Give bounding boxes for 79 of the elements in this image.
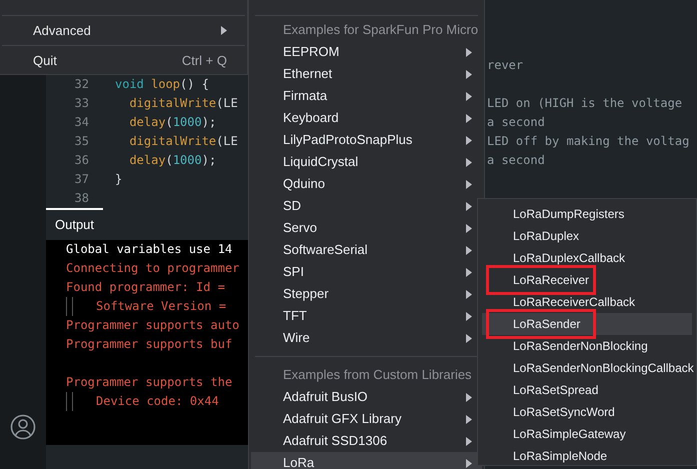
code-line: digitalWrite(LE — [128, 95, 239, 112]
code-comment: rever — [487, 57, 524, 74]
code-line: delay(1000); — [128, 114, 218, 131]
menu-item[interactable]: LiquidCrystal — [251, 151, 482, 173]
menu-item[interactable]: LoRaSimpleGateway — [482, 423, 692, 445]
submenu-arrow-icon — [466, 246, 472, 254]
submenu-arrow-icon — [466, 136, 472, 144]
code-comment: LED off by making the voltag — [487, 133, 690, 150]
menu-item[interactable]: LilyPadProtoSnapPlus — [251, 129, 482, 151]
submenu-arrow-icon — [466, 312, 472, 320]
menu-item[interactable]: LoRaDumpRegisters — [482, 203, 692, 225]
submenu-arrow-icon — [466, 202, 472, 210]
submenu-arrow-icon — [466, 414, 472, 424]
line-number: 32 — [74, 76, 89, 93]
menu-item[interactable]: Adafruit SSD1306 — [251, 430, 482, 452]
code-comment: a second — [487, 114, 545, 131]
submenu-arrow-icon — [466, 158, 472, 166]
submenu-arrow-icon — [466, 334, 472, 342]
line-number: 36 — [74, 152, 89, 169]
console-line: Connecting to programmer — [66, 260, 240, 277]
submenu-arrow-icon — [466, 114, 472, 122]
menu-item[interactable]: Ethernet — [251, 63, 482, 85]
menu-item[interactable]: Stepper — [251, 283, 482, 305]
menu-item[interactable]: LoRaDuplex — [482, 225, 692, 247]
menu-item[interactable]: LoRaSenderNonBlocking — [482, 335, 692, 357]
menu-item[interactable]: LoRaSetSpread — [482, 379, 692, 401]
submenu-arrow-icon — [466, 224, 472, 232]
submenu-arrow-icon — [466, 268, 472, 276]
line-number: 38 — [74, 190, 89, 207]
menu-item[interactable]: EEPROM — [251, 41, 482, 63]
menu-item[interactable]: Qduino — [251, 173, 482, 195]
console-line: Programmer supports auto — [66, 317, 240, 334]
menu-item[interactable]: LoRaSetSyncWord — [482, 401, 692, 423]
code-comment: LED on (HIGH is the voltage — [487, 95, 682, 112]
menu-item[interactable]: LoRa — [251, 452, 482, 469]
line-number: 37 — [74, 171, 89, 188]
menu-item[interactable]: Servo — [251, 217, 482, 239]
menu-item[interactable]: Quit Ctrl + Q — [0, 46, 247, 74]
submenu-arrow-icon — [466, 290, 472, 298]
menu-item[interactable]: Adafruit GFX Library — [251, 408, 482, 430]
code-line: void loop() { — [115, 76, 210, 93]
menu-item[interactable]: LoRaSender — [482, 313, 692, 335]
console-line: Found programmer: Id = — [66, 279, 226, 296]
console-line: Programmer supports buf — [66, 336, 232, 353]
menu-item[interactable]: Keyboard — [251, 107, 482, 129]
menu-item[interactable]: TFT — [251, 305, 482, 327]
menu-item[interactable]: LoRaReceiver — [482, 269, 692, 291]
menu-item[interactable]: LoRaSenderNonBlockingCallback — [482, 357, 692, 379]
menu-item[interactable]: SPI — [251, 261, 482, 283]
line-number: 34 — [74, 114, 89, 131]
menu-section-header: Examples for SparkFun Pro Micro — [282, 21, 480, 40]
code-line: } — [115, 171, 124, 188]
menu-item[interactable]: SD — [251, 195, 482, 217]
menu-item[interactable]: Firmata — [251, 85, 482, 107]
menu-item[interactable]: Wire — [251, 327, 482, 349]
submenu-arrow-icon — [466, 92, 472, 100]
user-account-icon[interactable] — [10, 414, 36, 440]
menu-item[interactable]: Adafruit BusIO — [251, 386, 482, 408]
line-number: 33 — [74, 95, 89, 112]
submenu-arrow-icon — [466, 436, 472, 446]
code-comment: a second — [487, 152, 545, 169]
menu-item[interactable]: LoRaDuplexCallback — [482, 247, 692, 269]
submenu-arrow-icon — [466, 458, 472, 468]
submenu-arrow-icon — [466, 48, 472, 56]
menu-item[interactable]: SoftwareSerial — [251, 239, 482, 261]
console-line: Programmer supports the — [66, 374, 232, 391]
code-line: delay(1000); — [128, 152, 218, 169]
submenu-arrow-icon — [466, 180, 472, 188]
submenu-arrow-icon — [466, 70, 472, 78]
line-number: 35 — [74, 133, 89, 150]
code-line: digitalWrite(LE — [128, 133, 239, 150]
menu-section-header: Examples from Custom Libraries — [282, 366, 473, 384]
console-line: Software Version = — [96, 298, 228, 315]
menu-item[interactable]: Advanced — [0, 16, 247, 45]
console-line: Device code: 0x44 — [96, 393, 219, 410]
menu-item[interactable]: LoRaSimpleNode — [482, 445, 692, 467]
console-line: Global variables use 14 — [66, 241, 232, 258]
submenu-arrow-icon — [466, 392, 472, 402]
menu-item[interactable]: LoRaReceiverCallback — [482, 291, 692, 313]
